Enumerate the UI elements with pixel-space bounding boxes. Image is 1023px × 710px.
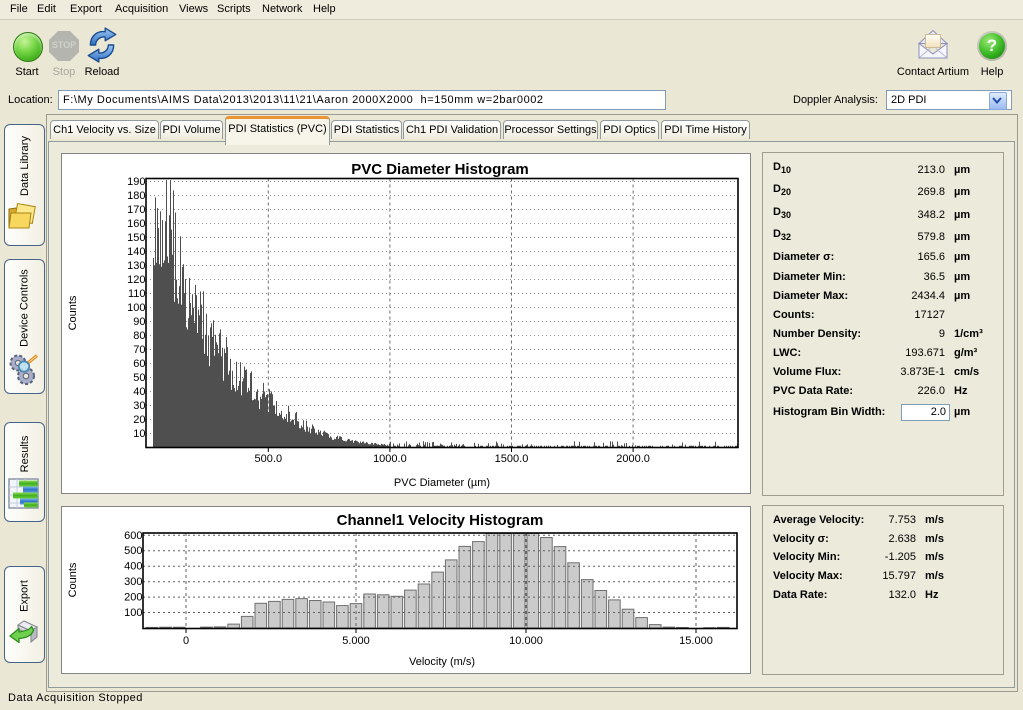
svg-text:60: 60: [133, 358, 145, 370]
svg-text:30: 30: [133, 400, 145, 412]
svg-text:Channel1 Velocity Histogram: Channel1 Velocity Histogram: [337, 512, 544, 529]
svg-text:200: 200: [124, 592, 142, 604]
svg-text:2000.0: 2000.0: [616, 453, 650, 465]
svg-text:150: 150: [127, 232, 145, 244]
svg-text:190: 190: [127, 176, 145, 188]
svg-text:110: 110: [128, 288, 146, 300]
svg-text:180: 180: [127, 190, 145, 202]
svg-text:130: 130: [127, 260, 145, 272]
svg-text:5.000: 5.000: [342, 635, 370, 647]
svg-text:Counts: Counts: [67, 295, 79, 330]
svg-text:40: 40: [133, 386, 145, 398]
svg-text:80: 80: [133, 330, 145, 342]
svg-text:100: 100: [124, 607, 142, 619]
svg-text:120: 120: [127, 274, 145, 286]
svg-text:50: 50: [133, 372, 145, 384]
svg-text:500.0: 500.0: [255, 453, 283, 465]
svg-text:0: 0: [183, 635, 189, 647]
svg-text:20: 20: [133, 414, 145, 426]
svg-text:70: 70: [133, 344, 145, 356]
svg-text:90: 90: [133, 316, 145, 328]
svg-text:PVC Diameter Histogram: PVC Diameter Histogram: [351, 161, 529, 178]
svg-text:Counts: Counts: [67, 562, 79, 597]
svg-text:1000.0: 1000.0: [373, 453, 407, 465]
svg-text:PVC Diameter (µm): PVC Diameter (µm): [394, 477, 490, 489]
svg-text:15.000: 15.000: [679, 635, 713, 647]
svg-text:10.000: 10.000: [509, 635, 543, 647]
svg-text:500: 500: [124, 545, 142, 557]
svg-text:1500.0: 1500.0: [495, 453, 529, 465]
svg-text:160: 160: [127, 218, 145, 230]
svg-text:170: 170: [127, 204, 145, 216]
svg-text:400: 400: [124, 561, 142, 573]
svg-text:300: 300: [124, 576, 142, 588]
svg-text:100: 100: [127, 302, 145, 314]
svg-text:140: 140: [127, 246, 145, 258]
svg-text:Velocity (m/s): Velocity (m/s): [409, 656, 475, 668]
svg-text:10: 10: [133, 428, 145, 440]
svg-text:600: 600: [124, 530, 142, 542]
